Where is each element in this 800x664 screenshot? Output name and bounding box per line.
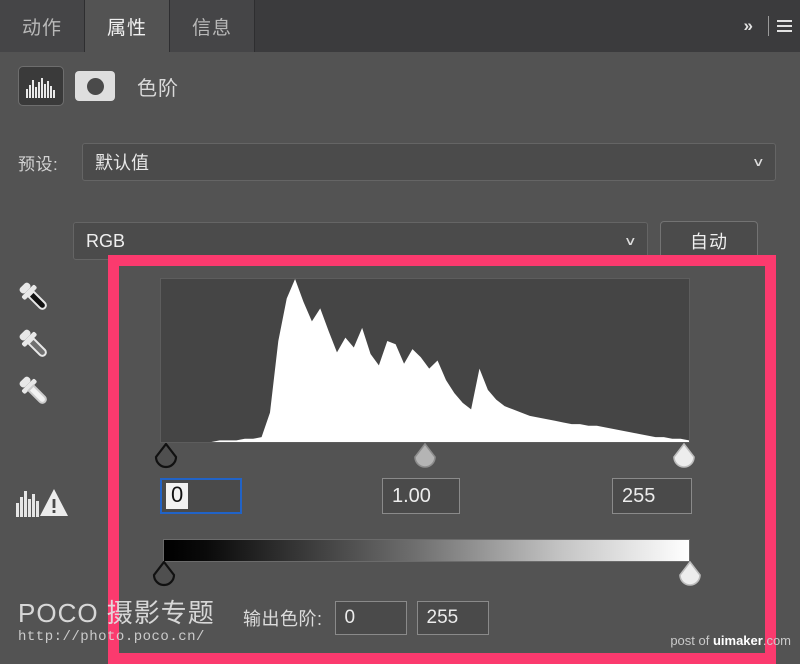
histogram-warning-icon[interactable] [14, 485, 70, 519]
auto-button-label: 自动 [690, 232, 728, 252]
input-highlight-slider[interactable] [672, 443, 696, 469]
input-highlight-value: 255 [622, 484, 656, 507]
auto-button[interactable]: 自动 [660, 221, 758, 261]
output-highlight-value: 255 [426, 607, 459, 628]
output-shadow-field[interactable]: 0 [334, 601, 407, 635]
input-midtone-field[interactable]: 1.00 [382, 478, 460, 514]
tab-actions[interactable]: 动作 [0, 0, 86, 52]
adjustment-header: 色阶 [0, 52, 800, 120]
output-shadow-value: 0 [344, 607, 356, 628]
chevron-down-icon: ∨ [752, 155, 766, 169]
levels-histogram-chart[interactable] [160, 278, 690, 443]
panel-menu-icon[interactable] [775, 20, 796, 32]
input-shadow-field[interactable]: 0 [160, 478, 242, 514]
input-level-sliders [154, 443, 695, 473]
input-midtone-slider[interactable] [413, 443, 437, 469]
tab-info-label: 信息 [192, 17, 233, 39]
preset-row: 预设: 默认值 ∨ [0, 140, 800, 184]
preset-dropdown[interactable]: 默认值 ∨ [82, 143, 776, 181]
page-title: 色阶 [137, 77, 179, 100]
output-gradient-bar [163, 539, 690, 562]
eyedropper-black-icon[interactable] [16, 278, 56, 320]
output-highlight-slider[interactable] [678, 561, 702, 587]
tab-properties[interactable]: 属性 [85, 0, 171, 52]
mask-dot-shape [86, 77, 104, 95]
output-level-sliders [152, 561, 704, 591]
input-shadow-slider[interactable] [154, 443, 178, 469]
chevron-down-icon: ∨ [624, 234, 638, 248]
histogram-svg [161, 279, 689, 442]
tab-bar-divider [768, 16, 769, 36]
tab-bar-filler: » [255, 0, 800, 52]
collapse-chevrons-icon[interactable]: » [734, 16, 762, 36]
preset-label: 预设: [18, 154, 59, 174]
channel-dropdown[interactable]: RGB ∨ [73, 222, 648, 260]
layer-mask-thumbnail[interactable] [75, 71, 115, 101]
histogram-area [161, 279, 689, 442]
input-shadow-value: 0 [166, 483, 189, 509]
levels-histogram-icon [18, 66, 64, 106]
output-levels-label: 输出色阶: [243, 609, 323, 629]
preset-value: 默认值 [95, 153, 149, 173]
panel-tab-bar: 动作 属性 信息 » [0, 0, 800, 53]
tab-info[interactable]: 信息 [170, 0, 256, 52]
eyedropper-tool-group [16, 278, 66, 419]
eyedropper-gray-icon[interactable] [16, 325, 56, 367]
output-levels-row: 输出色阶: 0 255 [0, 598, 800, 638]
output-shadow-slider[interactable] [152, 561, 176, 587]
tab-actions-label: 动作 [22, 17, 63, 39]
input-midtone-value: 1.00 [392, 484, 431, 507]
eyedropper-white-icon[interactable] [16, 372, 56, 414]
channel-row: RGB ∨ 自动 [0, 220, 800, 262]
tab-properties-label: 属性 [107, 17, 148, 39]
input-levels-fields: 0 1.00 255 [160, 478, 692, 514]
input-highlight-field[interactable]: 255 [612, 478, 692, 514]
channel-value: RGB [86, 230, 126, 251]
output-highlight-field[interactable]: 255 [416, 601, 489, 635]
